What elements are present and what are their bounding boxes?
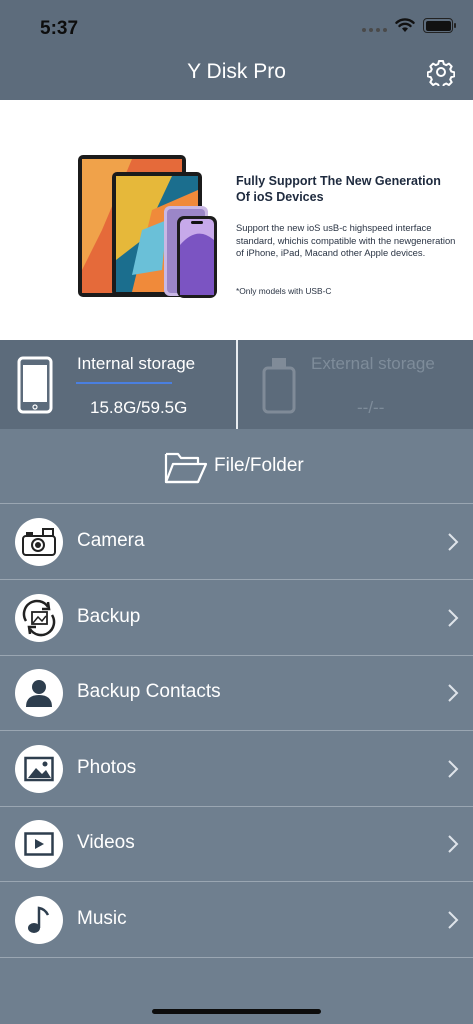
menu-label: Backup Contacts [77, 681, 221, 702]
menu-label: Music [77, 908, 127, 929]
menu-row-camera[interactable]: Camera [0, 504, 473, 580]
external-storage-label: External storage [311, 354, 435, 373]
home-indicator[interactable] [152, 1009, 321, 1014]
menu-label: Camera [77, 530, 145, 551]
banner-body: Support the new ioS usB-c highspeed inte… [236, 222, 456, 258]
banner-heading: Fully Support The New Generation Of ioS … [236, 174, 441, 204]
app-title: Y Disk Pro [187, 60, 286, 83]
settings-gear-icon[interactable] [427, 58, 455, 86]
menu-label: Videos [77, 832, 135, 853]
menu-row-photos[interactable]: Photos [0, 731, 473, 807]
chevron-right-icon [448, 533, 459, 551]
battery-icon [423, 18, 456, 33]
photo-icon [15, 745, 63, 793]
chevron-right-icon [448, 760, 459, 778]
chevron-right-icon [448, 609, 459, 627]
menu-row-backup-contacts[interactable]: Backup Contacts [0, 655, 473, 731]
internal-storage-label: Internal storage [77, 354, 196, 373]
chevron-right-icon [448, 911, 459, 929]
devices-illustration [78, 155, 217, 298]
backup-icon [15, 594, 63, 642]
contact-icon [15, 669, 63, 717]
top-bar: 5:37 Y Disk Pro [0, 0, 473, 100]
menu-label: Photos [77, 757, 137, 778]
internal-storage-value: 15.8G/59.5G [90, 398, 188, 417]
chevron-right-icon [448, 835, 459, 853]
chevron-right-icon [448, 684, 459, 702]
camera-icon [15, 518, 63, 566]
status-time: 5:37 [40, 18, 79, 39]
storage-section: Internal storage 15.8G/59.5G External st… [0, 340, 473, 429]
folder-icon [164, 452, 208, 484]
menu-label: Backup [77, 606, 141, 627]
phone-icon[interactable] [17, 356, 53, 414]
promo-banner[interactable]: Fully Support The New Generation Of ioS … [0, 100, 473, 340]
internal-storage-bar [76, 382, 172, 384]
storage-divider [236, 340, 238, 429]
video-icon [15, 820, 63, 868]
external-storage-value: --/-- [357, 398, 385, 417]
file-folder-label: File/Folder [214, 455, 304, 476]
menu-row-music[interactable]: Music [0, 882, 473, 958]
status-indicators [362, 18, 456, 33]
music-icon [15, 896, 63, 944]
cellular-signal-icon [362, 20, 387, 32]
menu-row-videos[interactable]: Videos [0, 806, 473, 882]
file-folder-button[interactable]: File/Folder [0, 430, 473, 504]
usb-drive-icon[interactable] [262, 356, 296, 414]
wifi-icon [395, 18, 415, 32]
banner-note: *Only models with USB-C [236, 286, 332, 296]
menu-row-backup[interactable]: Backup [0, 580, 473, 656]
